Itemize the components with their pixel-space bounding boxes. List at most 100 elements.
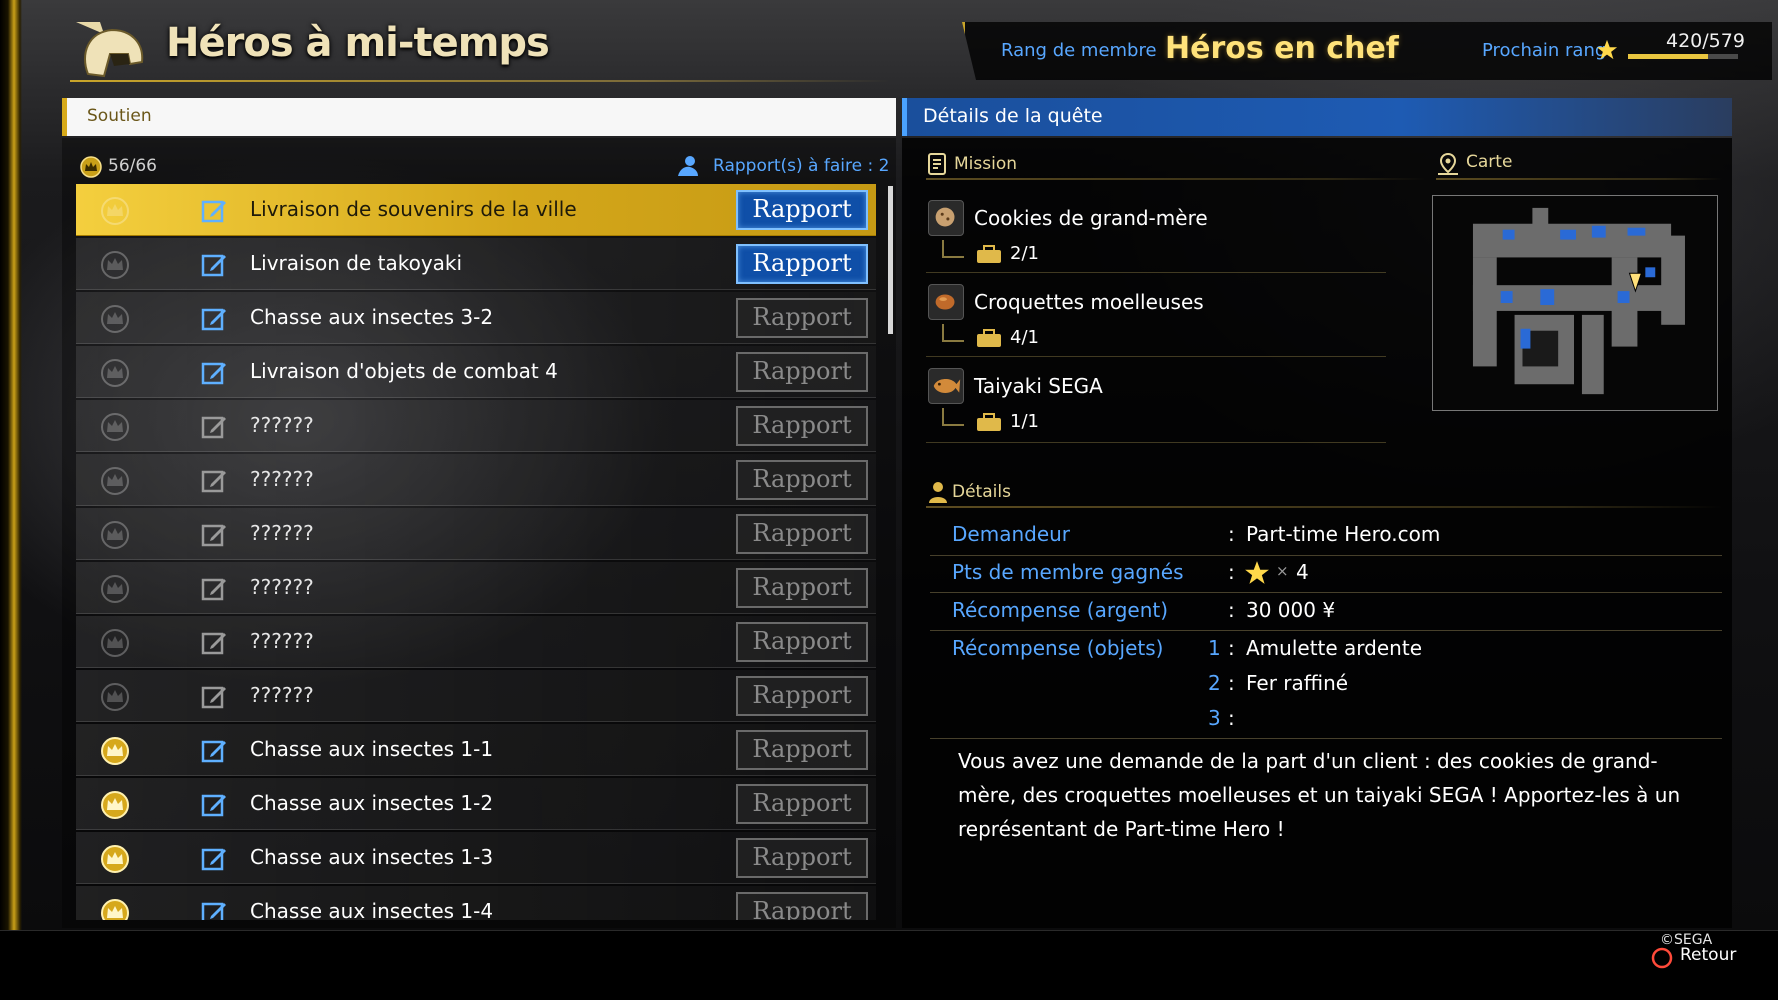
detail-rule xyxy=(930,738,1722,739)
minimap-graphic xyxy=(1472,207,1685,395)
quest-row[interactable]: Chasse aux insectes 3-2 Rapport xyxy=(76,292,876,344)
crown-icon xyxy=(101,899,129,920)
person-icon xyxy=(929,482,947,503)
report-button[interactable]: Rapport xyxy=(736,460,868,500)
crown-icon xyxy=(101,791,129,819)
quest-name: ?????? xyxy=(250,575,314,599)
report-count: Rapport(s) à faire : 2 xyxy=(713,156,890,176)
crown-icon xyxy=(101,413,129,441)
report-button[interactable]: Rapport xyxy=(736,892,868,920)
report-button[interactable]: Rapport xyxy=(736,190,868,230)
crown-icon xyxy=(80,156,102,178)
edit-icon xyxy=(201,578,226,601)
report-button[interactable]: Rapport xyxy=(736,676,868,716)
quest-name: ?????? xyxy=(250,413,314,437)
reward-item: Amulette ardente xyxy=(1246,636,1422,660)
report-button[interactable]: Rapport xyxy=(736,352,868,392)
edit-icon xyxy=(201,416,226,439)
completion-count: 56/66 xyxy=(108,156,157,176)
quest-row[interactable]: ?????? Rapport xyxy=(76,562,876,614)
quest-row[interactable]: ?????? Rapport xyxy=(76,400,876,452)
quest-name: ?????? xyxy=(250,683,314,707)
quest-row[interactable]: Chasse aux insectes 1-4 Rapport xyxy=(76,886,876,920)
report-button[interactable]: Rapport xyxy=(736,784,868,824)
requester-value: Part-time Hero.com xyxy=(1246,522,1441,546)
quest-name: Livraison d'objets de combat 4 xyxy=(250,359,558,383)
detail-header: Détails de la quête xyxy=(902,98,1732,136)
map-pin-icon xyxy=(1438,152,1458,175)
report-button[interactable]: Rapport xyxy=(736,622,868,662)
report-button[interactable]: Rapport xyxy=(736,730,868,770)
rank-label: Rang de membre xyxy=(1001,40,1157,61)
quest-list: Livraison de souvenirs de la ville Rappor… xyxy=(76,184,886,920)
mission-item-name: Cookies de grand-mère xyxy=(974,206,1208,230)
quest-name: ?????? xyxy=(250,521,314,545)
quest-name: Livraison de takoyaki xyxy=(250,251,463,275)
report-button[interactable]: Rapport xyxy=(736,838,868,878)
circle-button-icon[interactable] xyxy=(1650,946,1674,970)
quest-row[interactable]: Chasse aux insectes 1-1 Rapport xyxy=(76,724,876,776)
map-section-label: Carte xyxy=(1466,152,1513,172)
mission-item-count: 1/1 xyxy=(1010,411,1039,432)
bottom-bar xyxy=(0,930,1778,1000)
detail-rule xyxy=(930,630,1722,631)
colon: : xyxy=(1228,671,1235,695)
report-button[interactable]: Rapport xyxy=(736,568,868,608)
mission-item-count: 4/1 xyxy=(1010,327,1039,348)
category-header: Soutien xyxy=(62,98,896,136)
page-title: Héros à mi-temps xyxy=(166,20,550,66)
mission-section-rule xyxy=(926,178,1426,180)
report-button[interactable]: Rapport xyxy=(736,406,868,446)
colon: : xyxy=(1228,522,1235,546)
quest-row[interactable]: Chasse aux insectes 1-3 Rapport xyxy=(76,832,876,884)
money-label: Récompense (argent) xyxy=(952,598,1169,622)
edit-icon xyxy=(201,794,226,817)
report-person-icon xyxy=(678,156,698,176)
quest-row[interactable]: ?????? Rapport xyxy=(76,508,876,560)
bag-icon xyxy=(977,329,1001,347)
report-button[interactable]: Rapport xyxy=(736,244,868,284)
colon: : xyxy=(1228,560,1235,584)
minimap xyxy=(1432,195,1718,411)
list-scrollbar[interactable] xyxy=(888,186,893,334)
quest-row[interactable]: ?????? Rapport xyxy=(76,670,876,722)
quest-name: Chasse aux insectes 1-2 xyxy=(250,791,494,815)
reward-item: Fer raffiné xyxy=(1246,671,1349,695)
money-value: 30 000 ¥ xyxy=(1246,598,1336,622)
quest-name: Chasse aux insectes 1-3 xyxy=(250,845,494,869)
reward-index: 2 xyxy=(1208,671,1221,695)
quest-row[interactable]: ?????? Rapport xyxy=(76,616,876,668)
edit-icon xyxy=(201,524,226,547)
croquette-icon xyxy=(928,284,964,320)
rank-progress-fill xyxy=(1628,54,1708,59)
crown-icon xyxy=(101,467,129,495)
quest-row[interactable]: Chasse aux insectes 1-2 Rapport xyxy=(76,778,876,830)
edit-icon xyxy=(201,470,226,493)
mission-item-name: Taiyaki SEGA xyxy=(974,374,1103,398)
report-button[interactable]: Rapport xyxy=(736,514,868,554)
quest-name: Livraison de souvenirs de la ville xyxy=(250,197,577,221)
mission-item-count: 2/1 xyxy=(1010,243,1039,264)
back-button[interactable]: Retour xyxy=(1680,945,1736,965)
quest-name: Chasse aux insectes 1-1 xyxy=(250,737,494,761)
quest-row[interactable]: Livraison de souvenirs de la ville Rappor… xyxy=(76,184,876,236)
tree-branch xyxy=(942,324,964,342)
crown-icon xyxy=(101,683,129,711)
quest-row[interactable]: ?????? Rapport xyxy=(76,454,876,506)
category-label: Soutien xyxy=(87,106,152,126)
colon: : xyxy=(1228,598,1235,622)
quest-name: ?????? xyxy=(250,629,314,653)
map-section-rule xyxy=(1436,178,1722,180)
quest-row[interactable]: Livraison d'objets de combat 4 Rapport xyxy=(76,346,876,398)
bag-icon xyxy=(977,413,1001,431)
edit-icon xyxy=(201,254,226,277)
crown-icon xyxy=(101,197,129,225)
mission-rule xyxy=(926,272,1386,273)
edit-icon xyxy=(201,686,226,709)
cookie-icon xyxy=(928,200,964,236)
quest-row[interactable]: Livraison de takoyaki Rapport xyxy=(76,238,876,290)
crown-icon xyxy=(101,737,129,765)
quest-name: Chasse aux insectes 1-4 xyxy=(250,899,494,920)
report-button[interactable]: Rapport xyxy=(736,298,868,338)
left-gold-edge xyxy=(0,0,22,930)
